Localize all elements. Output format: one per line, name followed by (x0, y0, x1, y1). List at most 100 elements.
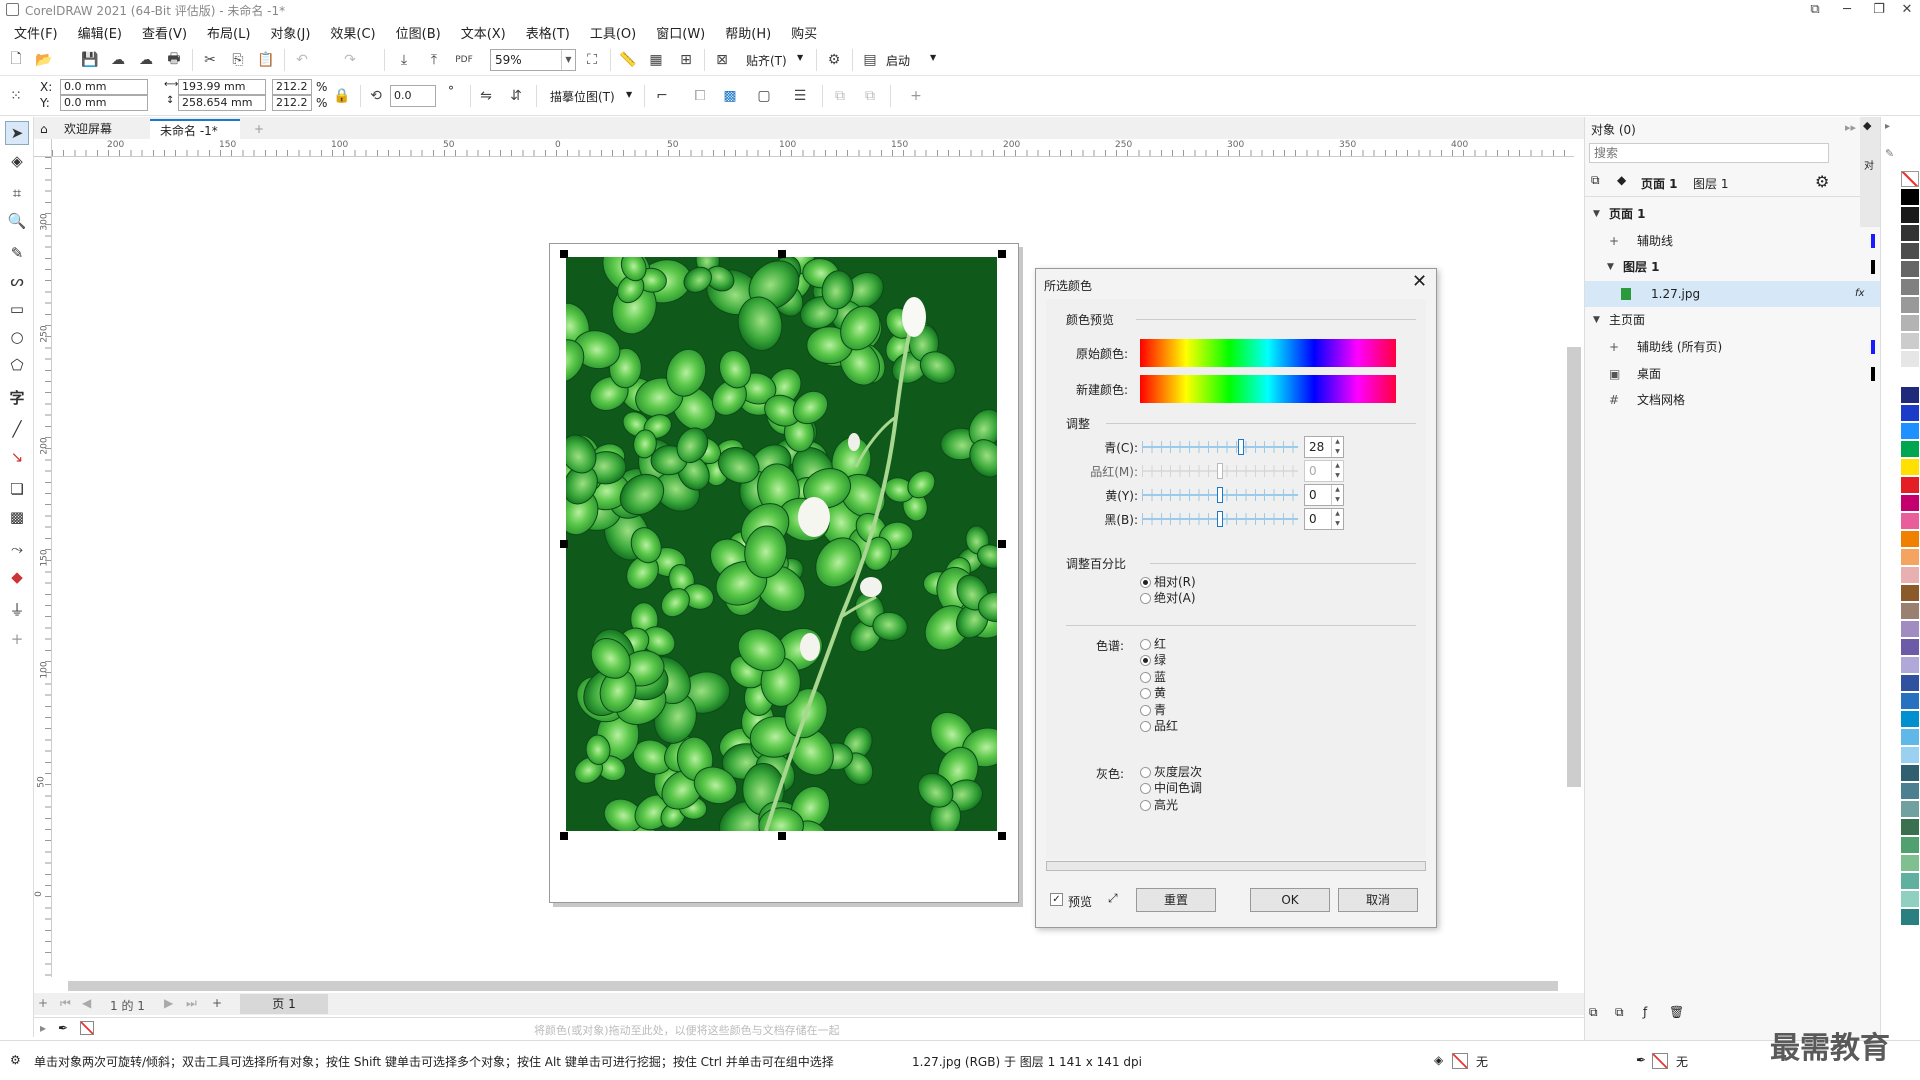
object-origin-icon[interactable]: ⁙ (4, 84, 28, 108)
menu-item-8[interactable]: 表格(T) (516, 23, 580, 42)
radio-option[interactable]: 相对(R) (1140, 575, 1196, 589)
page-tab[interactable]: 页 1 (240, 994, 328, 1014)
gear-icon[interactable]: ⚙ (1815, 172, 1829, 191)
polygon-tool-icon[interactable]: ⬠ (5, 353, 29, 377)
new-master-layer-icon[interactable]: ⧉ (1615, 1005, 1624, 1020)
menu-item-4[interactable]: 对象(J) (260, 23, 320, 42)
palette-swatch[interactable] (1901, 333, 1919, 350)
palette-swatch[interactable] (1901, 711, 1919, 728)
chevron-down-icon[interactable]: ▼ (930, 53, 936, 62)
palette-swatch[interactable] (1901, 531, 1919, 548)
width-field[interactable]: 193.99 mm (178, 79, 266, 95)
add-plus-icon[interactable]: + (904, 84, 928, 108)
menu-item-11[interactable]: 帮助(H) (715, 23, 781, 42)
palette-swatch[interactable] (1901, 405, 1919, 422)
expand-arrow-icon[interactable]: ▸ (40, 1021, 46, 1035)
palette-swatch[interactable] (1901, 567, 1919, 584)
palette-swatch[interactable] (1901, 513, 1919, 530)
wrap-text-icon[interactable]: ☰ (788, 84, 812, 108)
palette-swatch[interactable] (1901, 819, 1919, 836)
ellipse-tool-icon[interactable]: ○ (5, 325, 29, 349)
palette-swatch[interactable] (1901, 207, 1919, 224)
radio-option[interactable]: 蓝 (1140, 670, 1166, 684)
no-color-swatch[interactable] (80, 1021, 94, 1035)
palette-swatch[interactable] (1901, 261, 1919, 278)
value-spinbox[interactable]: 0 ▲ ▼ (1304, 460, 1344, 482)
slider-thumb[interactable] (1238, 439, 1244, 455)
tab-document[interactable]: 未命名 -1* (150, 119, 240, 139)
launch-icon[interactable]: ▤ (858, 48, 882, 72)
horizontal-ruler[interactable]: 200 150 100 50 0 50 100 150 200 250 300 350 400 (52, 139, 1574, 157)
zoom-tool-icon[interactable]: 🔍 (5, 209, 29, 233)
zoom-level-combo[interactable]: 59% ▼ (490, 49, 576, 71)
radio-option[interactable]: 绝对(A) (1140, 591, 1196, 605)
ok-button[interactable]: OK (1250, 888, 1330, 912)
horizontal-scrollbar[interactable] (52, 977, 1574, 993)
radio-option[interactable]: 灰度层次 (1140, 765, 1202, 779)
color-slider[interactable] (1142, 461, 1298, 481)
slider-thumb[interactable] (1217, 487, 1223, 503)
gear-icon[interactable]: ⚙ (10, 1053, 21, 1067)
next-page-icon[interactable]: ▶ (164, 996, 173, 1010)
pdf-export-icon[interactable]: PDF (452, 48, 476, 72)
freehand-tool-icon[interactable]: ✎ (5, 241, 29, 265)
menu-item-7[interactable]: 文本(X) (451, 23, 516, 42)
smart-fill-tool-icon[interactable]: ⏚ (5, 597, 29, 621)
pick-tool-icon[interactable]: ➤ (5, 121, 29, 145)
fill-icon[interactable]: ◈ (1434, 1053, 1443, 1067)
effects-icon[interactable]: ƒ (1643, 1005, 1647, 1019)
color-slider[interactable] (1142, 437, 1298, 457)
panel-expand-icon[interactable]: ▸▸ (1845, 121, 1856, 134)
edit-bitmap-icon[interactable]: ▩ (718, 84, 742, 108)
gear-icon[interactable]: ⚙ (822, 48, 846, 72)
crop-tool-icon[interactable]: ⌗ (5, 181, 29, 205)
page-view-icon[interactable]: ⧉ (1591, 173, 1600, 188)
radio-option[interactable]: 红 (1140, 637, 1166, 651)
palette-swatch[interactable] (1901, 729, 1919, 746)
curve-tool-icon[interactable]: ᔕ (5, 269, 29, 293)
new-tab-plus-icon[interactable]: + (244, 119, 274, 139)
tree-item[interactable]: 1.27.jpg fx (1585, 280, 1881, 307)
snap-to-button[interactable]: 贴齐(T) (746, 52, 787, 69)
selection-handle[interactable] (998, 250, 1006, 258)
rotate-icon[interactable]: ⟲ (364, 84, 388, 108)
text-tool-icon[interactable]: 字 (5, 385, 29, 409)
rectangle-tool-icon[interactable]: ▭ (5, 297, 29, 321)
menu-item-1[interactable]: 编辑(E) (68, 23, 132, 42)
menu-item-0[interactable]: 文件(F) (4, 23, 68, 42)
palette-swatch[interactable] (1901, 909, 1919, 926)
tab-welcome[interactable]: 欢迎屏幕 (54, 119, 144, 139)
spin-arrows-icon[interactable]: ▲ ▼ (1331, 509, 1343, 529)
to-front-icon[interactable]: ⧉ (828, 84, 852, 108)
show-guidelines-icon[interactable]: ⊞ (674, 48, 698, 72)
eyedropper-tool-icon[interactable]: ⤳ (5, 537, 29, 561)
cancel-button[interactable]: 取消 (1338, 888, 1418, 912)
expand-arrow-icon[interactable]: ▼ (1593, 201, 1600, 227)
preview-checkbox[interactable]: ✓ (1050, 893, 1063, 906)
dimension-tool-icon[interactable]: ╱ (5, 417, 29, 441)
expand-arrow-icon[interactable]: ▼ (1593, 307, 1600, 333)
no-fill-swatch[interactable] (1901, 171, 1919, 187)
snap-off-icon[interactable]: ⊠ (710, 48, 734, 72)
scroll-thumb[interactable] (1567, 347, 1581, 787)
palette-swatch[interactable] (1901, 585, 1919, 602)
palette-swatch[interactable] (1901, 315, 1919, 332)
reset-button[interactable]: 重置 (1136, 888, 1216, 912)
outline-none-swatch[interactable] (1652, 1053, 1668, 1069)
resample-icon[interactable]: ⧠ (688, 84, 712, 108)
interactive-fill-tool-icon[interactable]: ◆ (5, 565, 29, 589)
trash-icon[interactable]: 🗑 (1669, 1005, 1684, 1019)
minimize-button[interactable]: ─ (1832, 0, 1862, 20)
slider-thumb[interactable] (1217, 463, 1223, 479)
save-icon[interactable]: 💾 (78, 48, 102, 72)
undo-icon[interactable]: ↶ (290, 48, 314, 72)
palette-swatch[interactable] (1901, 855, 1919, 872)
shape-tool-icon[interactable]: ◈ (5, 149, 29, 173)
palette-swatch[interactable] (1901, 351, 1919, 368)
value-spinbox[interactable]: 0 ▲ ▼ (1304, 484, 1344, 506)
menu-item-2[interactable]: 查看(V) (132, 23, 197, 42)
connector-tool-icon[interactable]: ↘ (5, 445, 29, 469)
palette-swatch[interactable] (1901, 657, 1919, 674)
new-layer-icon[interactable]: ⧉ (1589, 1005, 1598, 1020)
selection-handle[interactable] (778, 832, 786, 840)
